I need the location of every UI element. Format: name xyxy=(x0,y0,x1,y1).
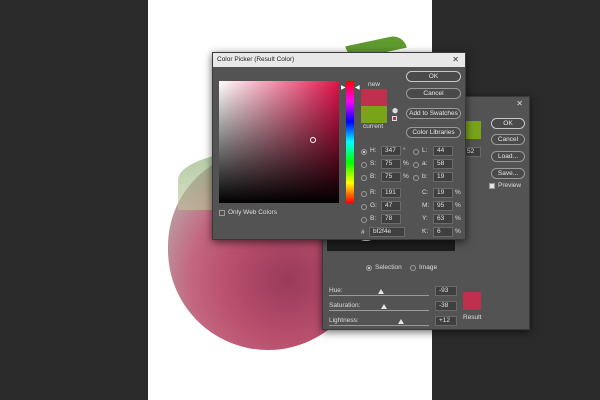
m-field[interactable]: 95 xyxy=(433,201,453,211)
lightness-field[interactable]: +12 xyxy=(435,316,457,326)
a-field[interactable]: 58 xyxy=(433,159,453,169)
image-radio[interactable] xyxy=(410,265,416,271)
only-web-colors-label: Only Web Colors xyxy=(228,209,278,216)
saturation-slider-track[interactable] xyxy=(329,310,429,311)
b-field[interactable]: 75 xyxy=(381,172,401,182)
a-radio[interactable] xyxy=(413,162,419,168)
gamut-warning-icon[interactable]: ⬢ xyxy=(392,107,398,115)
c-label: C: xyxy=(422,189,429,196)
blue-label: B: xyxy=(370,215,377,222)
g-field[interactable]: 47 xyxy=(381,201,401,211)
color-picker-titlebar: Color Picker (Result Color) ✕ xyxy=(213,53,465,67)
hue-field[interactable]: -93 xyxy=(435,286,457,296)
h-unit: ° xyxy=(403,147,406,154)
selection-radio[interactable] xyxy=(366,265,372,271)
r-label: R: xyxy=(370,189,377,196)
s-field[interactable]: 75 xyxy=(381,159,401,169)
lightness-label: Lightness: xyxy=(329,317,359,324)
b-radio[interactable] xyxy=(361,175,367,181)
ok-button[interactable]: OK xyxy=(406,71,461,82)
save-button[interactable]: Save... xyxy=(491,168,525,179)
hue-slider-left-arrow[interactable]: ▶ xyxy=(341,84,346,91)
image-label: Image xyxy=(419,264,438,271)
saturation-field[interactable]: -38 xyxy=(435,301,457,311)
hue-slider[interactable] xyxy=(346,81,354,203)
current-label: current xyxy=(363,123,384,130)
close-icon[interactable]: ✕ xyxy=(516,97,523,111)
color-libraries-button[interactable]: Color Libraries xyxy=(406,127,461,138)
preview-checkbox[interactable] xyxy=(489,183,495,189)
lab-b-field[interactable]: 19 xyxy=(433,172,453,182)
result-swatch[interactable] xyxy=(463,292,481,310)
load-button[interactable]: Load... xyxy=(491,151,525,162)
color-picker-dialog: Color Picker (Result Color) ✕ ▶ ◀ new cu… xyxy=(212,52,466,240)
b-unit: % xyxy=(403,173,409,180)
a-label: a: xyxy=(422,160,428,167)
new-color-swatch xyxy=(361,89,387,106)
replace-cancel-button[interactable]: Cancel xyxy=(491,134,525,145)
l-label: L: xyxy=(422,147,428,154)
r-radio[interactable] xyxy=(361,191,367,197)
y-label: Y: xyxy=(422,215,428,222)
h-radio[interactable] xyxy=(361,149,367,155)
r-field[interactable]: 191 xyxy=(381,188,401,198)
g-label: G: xyxy=(370,202,377,209)
lightness-slider-thumb[interactable] xyxy=(398,319,404,324)
new-label: new xyxy=(368,81,380,88)
current-color-swatch[interactable] xyxy=(361,106,387,123)
hue-slider-right-arrow[interactable]: ◀ xyxy=(355,84,360,91)
s-label: S: xyxy=(370,160,377,167)
lab-b-label: b: xyxy=(422,173,428,180)
selection-label: Selection xyxy=(375,264,402,271)
y-field[interactable]: 63 xyxy=(433,214,453,224)
cancel-button[interactable]: Cancel xyxy=(406,88,461,99)
m-unit: % xyxy=(455,202,461,209)
k-unit: % xyxy=(455,228,461,235)
c-unit: % xyxy=(455,189,461,196)
lightness-slider-track[interactable] xyxy=(329,325,429,326)
h-field[interactable]: 347 xyxy=(381,146,401,156)
add-to-swatches-button[interactable]: Add to Swatches xyxy=(406,108,461,119)
blue-field[interactable]: 78 xyxy=(381,214,401,224)
dialog-title: Color Picker (Result Color) xyxy=(217,56,295,63)
replace-ok-button[interactable]: OK xyxy=(491,118,525,129)
blue-radio[interactable] xyxy=(361,217,367,223)
saturation-slider-thumb[interactable] xyxy=(381,304,387,309)
result-label: Result xyxy=(463,314,482,321)
color-picker-cursor[interactable] xyxy=(310,137,316,143)
s-unit: % xyxy=(403,160,409,167)
hue-label: Hue: xyxy=(329,287,343,294)
hue-slider-track[interactable] xyxy=(329,295,429,296)
h-label: H: xyxy=(370,147,377,154)
c-field[interactable]: 19 xyxy=(433,188,453,198)
b-label: B: xyxy=(370,173,377,180)
saturation-label: Saturation: xyxy=(329,302,361,309)
y-unit: % xyxy=(455,215,461,222)
close-icon[interactable]: ✕ xyxy=(452,53,459,67)
l-radio[interactable] xyxy=(413,149,419,155)
k-label: K: xyxy=(422,228,429,235)
g-radio[interactable] xyxy=(361,204,367,210)
hex-label: # xyxy=(361,229,365,236)
saturation-brightness-field[interactable] xyxy=(219,81,339,203)
preview-label: Preview xyxy=(498,182,522,189)
s-radio[interactable] xyxy=(361,162,367,168)
hex-field[interactable]: bf2f4e xyxy=(369,227,405,237)
only-web-colors-checkbox[interactable] xyxy=(219,210,225,216)
hue-slider-thumb[interactable] xyxy=(378,289,384,294)
web-safe-swatch-icon[interactable] xyxy=(392,116,397,121)
lab-b-radio[interactable] xyxy=(413,175,419,181)
k-field[interactable]: 6 xyxy=(433,227,453,237)
m-label: M: xyxy=(422,202,430,209)
l-field[interactable]: 44 xyxy=(433,146,453,156)
